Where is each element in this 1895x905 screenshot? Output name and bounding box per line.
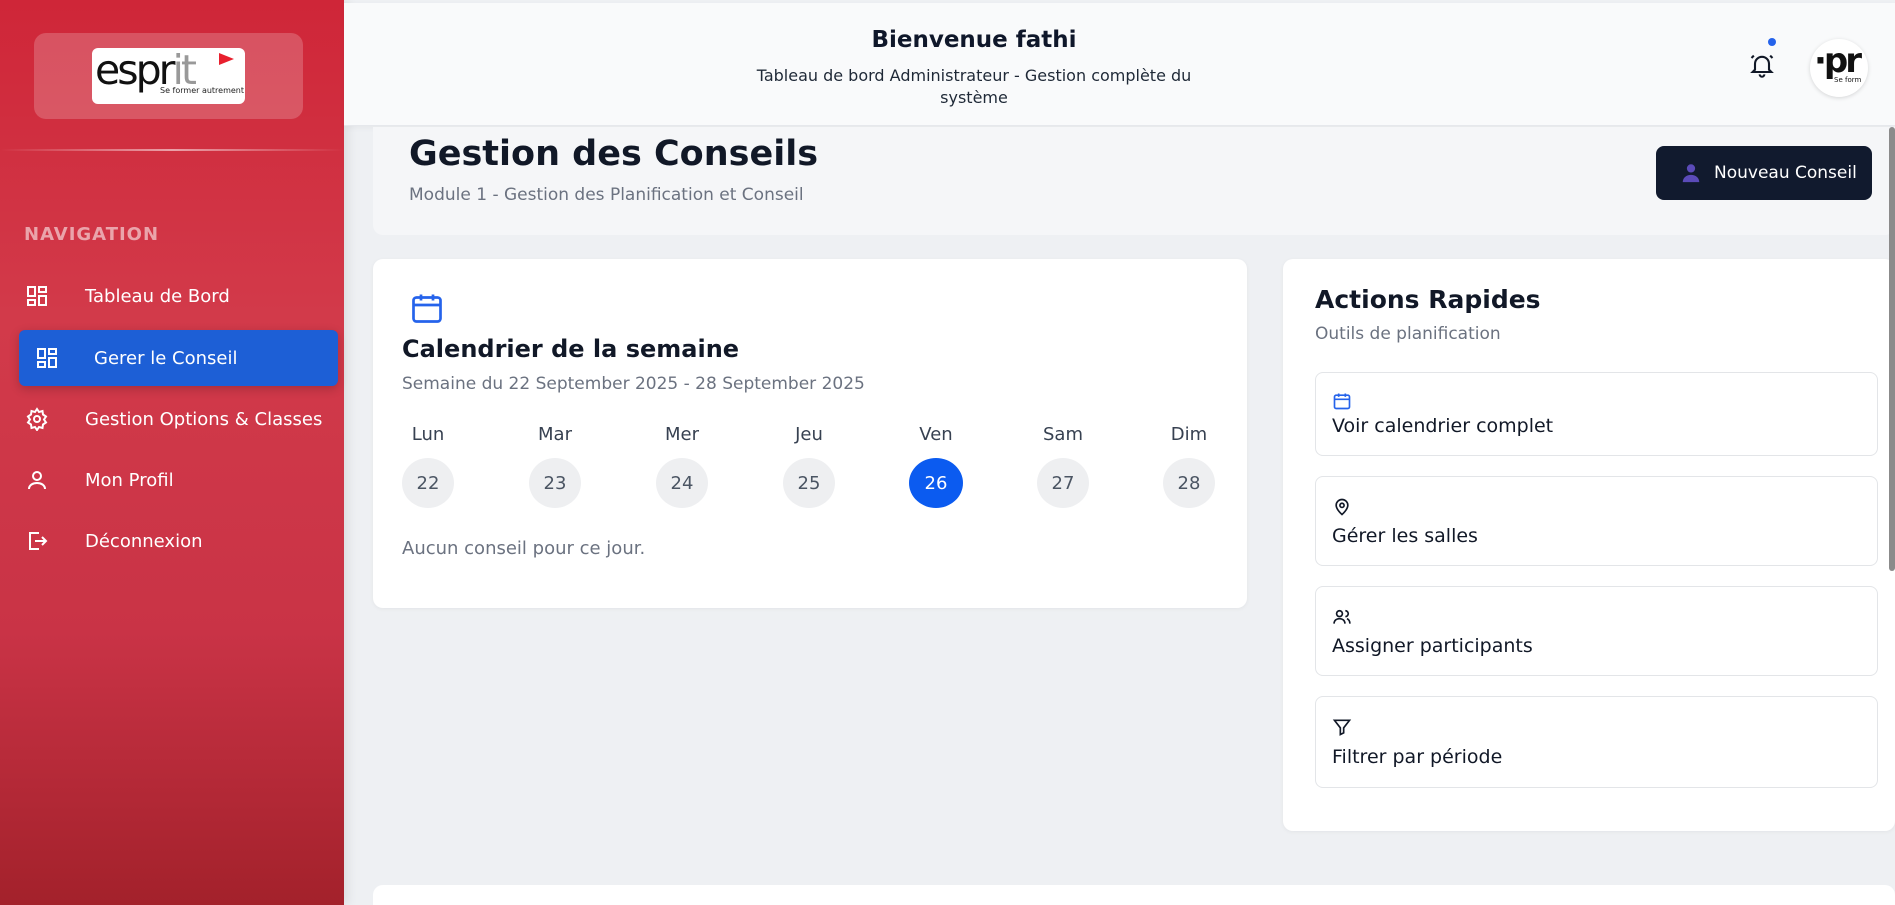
sidebar-item-gestion-options[interactable]: Gestion Options & Classes	[19, 391, 338, 447]
logo-flag-icon	[219, 53, 234, 65]
day-name: Dim	[1170, 424, 1208, 445]
sidebar-item-label: Mon Profil	[85, 469, 174, 491]
day-name: Lun	[411, 424, 445, 445]
day-number[interactable]: 25	[783, 458, 835, 508]
location-pin-icon	[1332, 497, 1352, 517]
day-number[interactable]: 27	[1037, 458, 1089, 508]
day-column-dim: Dim 28	[1162, 424, 1216, 508]
day-number[interactable]: 22	[402, 458, 454, 508]
sidebar-item-tableau-de-bord[interactable]: Tableau de Bord	[19, 268, 338, 324]
sidebar-item-mon-profil[interactable]: Mon Profil	[19, 452, 338, 508]
logout-icon	[19, 523, 55, 559]
day-name: Jeu	[795, 424, 823, 445]
page-title: Gestion des Conseils	[409, 134, 819, 174]
page-subtitle: Module 1 - Gestion des Planification et …	[409, 185, 804, 205]
sidebar-divider	[0, 149, 344, 151]
day-name: Mar	[538, 424, 572, 445]
dashboard-icon	[19, 278, 55, 314]
day-name: Mer	[664, 424, 699, 445]
new-conseil-label: Nouveau Conseil	[1714, 163, 1857, 183]
quick-action-label: Assigner participants	[1332, 635, 1533, 657]
quick-action-label: Filtrer par période	[1332, 746, 1503, 768]
day-column-jeu: Jeu 25	[782, 424, 836, 508]
day-name: Ven	[919, 424, 953, 445]
day-number[interactable]: 28	[1163, 458, 1215, 508]
day-column-sam: Sam 27	[1036, 424, 1090, 508]
sidebar: esprit Se former autrement NAVIGATION Ta…	[0, 0, 344, 905]
quick-action-voir-calendrier[interactable]: Voir calendrier complet	[1315, 372, 1878, 456]
sidebar-item-label: Gestion Options & Classes	[85, 408, 323, 430]
day-number[interactable]: 24	[656, 458, 708, 508]
avatar[interactable]: ·pr Se form	[1810, 39, 1868, 97]
sidebar-item-label: Tableau de Bord	[85, 285, 230, 307]
day-column-ven: Ven 26	[909, 424, 963, 508]
person-icon	[1680, 162, 1702, 184]
sidebar-item-deconnexion[interactable]: Déconnexion	[19, 513, 338, 569]
quick-action-gerer-salles[interactable]: Gérer les salles	[1315, 476, 1878, 566]
day-column-mer: Mer 24	[655, 424, 709, 508]
user-icon	[19, 462, 55, 498]
day-column-lun: Lun 22	[401, 424, 455, 508]
dashboard-icon	[29, 340, 65, 376]
day-number-today[interactable]: 26	[909, 458, 963, 508]
sidebar-item-gerer-le-conseil[interactable]: Gerer le Conseil	[19, 330, 338, 386]
top-header: Bienvenue fathi Tableau de bord Administ…	[344, 3, 1895, 126]
logo-container: esprit Se former autrement	[34, 33, 303, 119]
sidebar-item-label: Gerer le Conseil	[94, 347, 238, 369]
calendar-title: Calendrier de la semaine	[402, 335, 740, 363]
avatar-logo-icon: ·pr	[1814, 41, 1862, 81]
esprit-logo[interactable]: esprit Se former autrement	[92, 48, 245, 104]
calendar-icon	[1332, 391, 1352, 411]
users-icon	[1332, 607, 1352, 627]
calendar-week-range: Semaine du 22 September 2025 - 28 Septem…	[402, 374, 865, 394]
sidebar-item-label: Déconnexion	[85, 530, 203, 552]
bell-icon[interactable]	[1748, 51, 1776, 79]
welcome-title: Bienvenue fathi	[871, 27, 1077, 53]
welcome-subtitle-line: Tableau de bord Administrateur - Gestion…	[756, 66, 1192, 85]
gear-icon	[19, 401, 55, 437]
avatar-logo-text: Se form	[1834, 76, 1862, 84]
logo-tagline: Se former autrement	[160, 86, 245, 95]
quick-action-label: Voir calendrier complet	[1332, 415, 1554, 437]
quick-action-filtrer-periode[interactable]: Filtrer par période	[1315, 696, 1878, 788]
quick-actions-subtitle: Outils de planification	[1315, 324, 1501, 344]
quick-actions-title: Actions Rapides	[1315, 285, 1541, 314]
day-name: Sam	[1043, 424, 1083, 445]
day-column-mar: Mar 23	[528, 424, 582, 508]
page-scrollbar[interactable]	[1889, 127, 1895, 571]
lower-content-card	[373, 885, 1895, 905]
quick-action-label: Gérer les salles	[1332, 525, 1478, 547]
nav-section-title: NAVIGATION	[24, 224, 160, 245]
filter-icon	[1332, 717, 1352, 737]
calendar-icon	[409, 289, 445, 327]
notification-dot	[1768, 38, 1776, 46]
welcome-subtitle-line: système	[940, 88, 1008, 107]
welcome-subtitle: Tableau de bord Administrateur - Gestion…	[684, 65, 1264, 109]
quick-action-assigner-participants[interactable]: Assigner participants	[1315, 586, 1878, 676]
empty-day-message: Aucun conseil pour ce jour.	[402, 538, 646, 559]
new-conseil-button[interactable]: Nouveau Conseil	[1656, 146, 1872, 200]
day-number[interactable]: 23	[529, 458, 581, 508]
